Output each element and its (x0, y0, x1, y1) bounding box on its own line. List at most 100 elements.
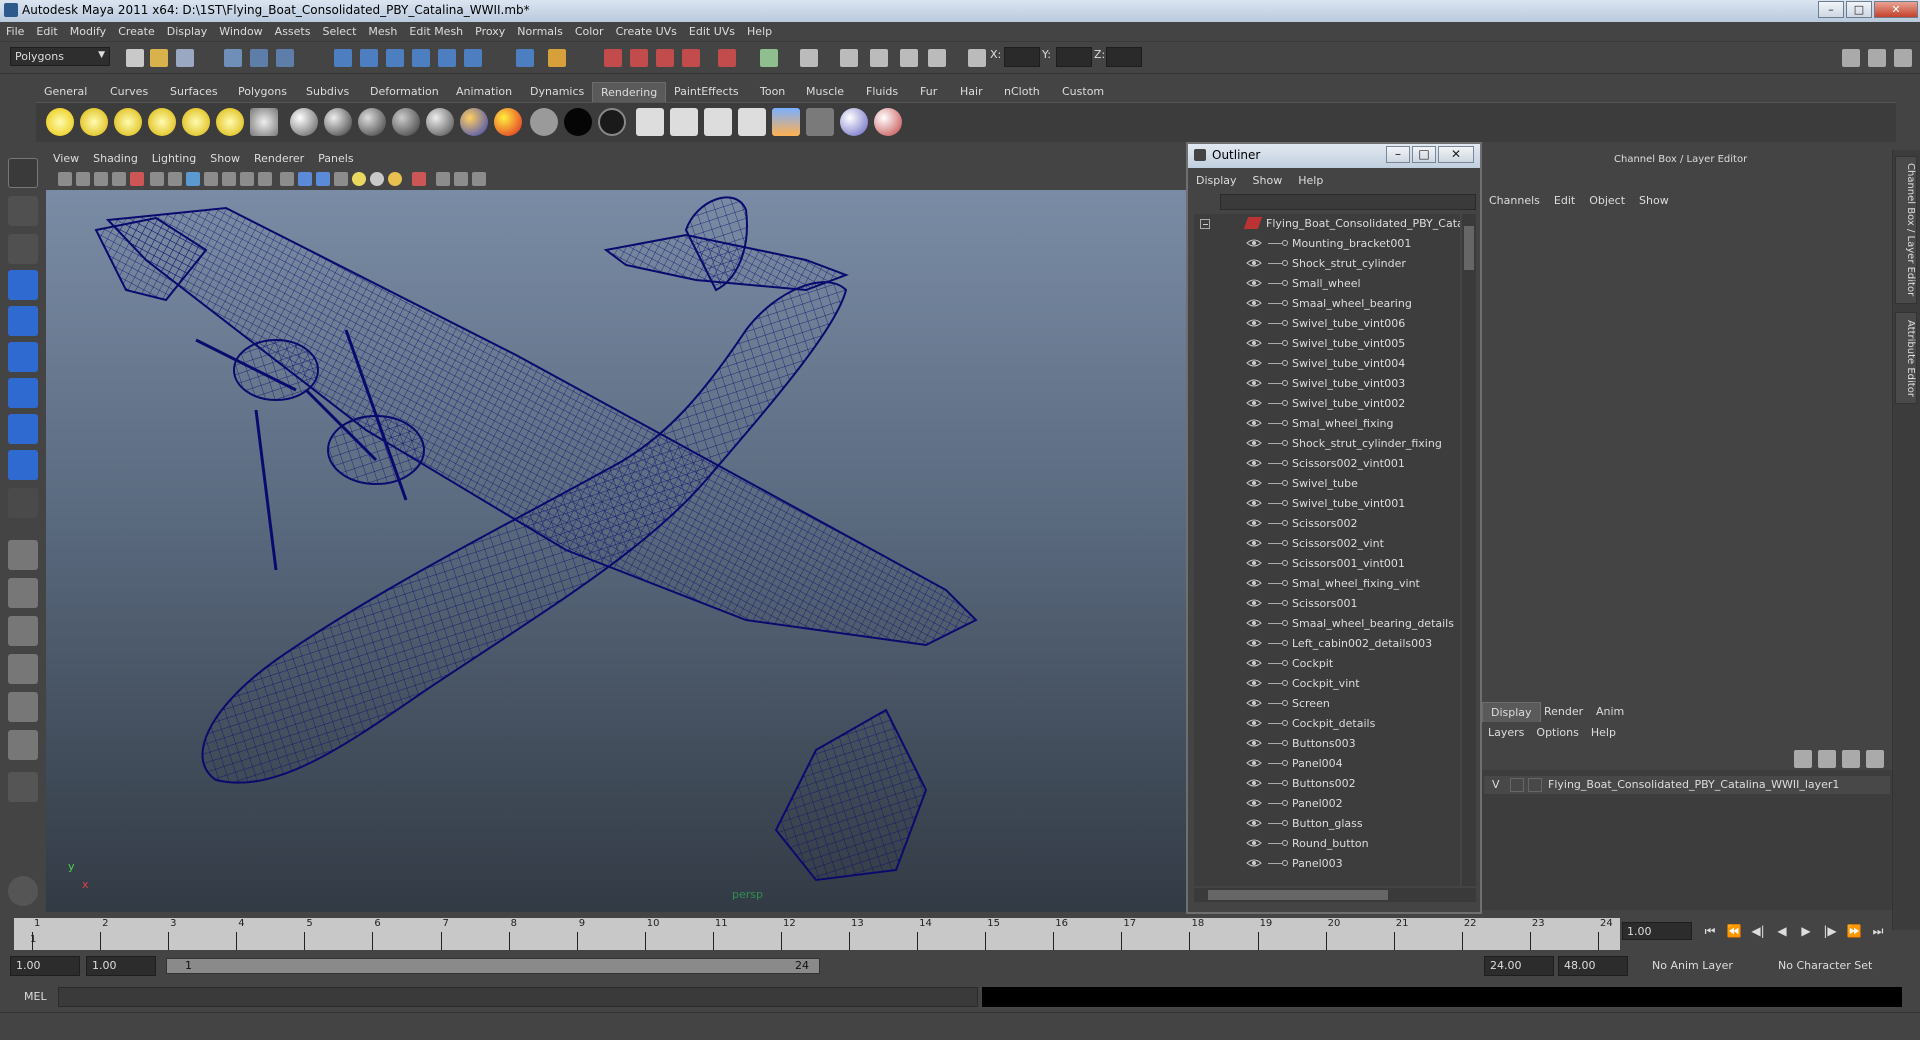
xray-icon[interactable] (436, 172, 450, 186)
graph-persp-layout-icon[interactable] (8, 692, 38, 722)
dope-sheet-icon[interactable] (928, 49, 946, 67)
show-manipulator-icon[interactable] (8, 450, 38, 480)
lock-icon[interactable] (548, 49, 566, 67)
playback-end-field[interactable]: 24.00 (1484, 956, 1554, 976)
camera-attributes-icon[interactable] (76, 172, 90, 186)
outliner-persp-layout-icon[interactable] (8, 616, 38, 646)
play-forward-icon[interactable]: ▶ (1796, 924, 1816, 940)
show-render-view-icon[interactable] (840, 49, 858, 67)
z-field[interactable] (1106, 47, 1142, 67)
outliner-item[interactable]: Cockpit_details (1194, 714, 1460, 734)
scale-tool-icon[interactable] (8, 342, 38, 372)
select-by-hierarchy-icon[interactable] (224, 49, 242, 67)
outliner-item[interactable]: Panel003 (1194, 854, 1460, 874)
tab-muscle[interactable]: Muscle (798, 82, 852, 102)
use-all-lights-icon[interactable] (352, 172, 366, 186)
outliner-menu-display[interactable]: Display (1188, 172, 1245, 189)
tab-subdivs[interactable]: Subdivs (298, 82, 357, 102)
toggle-tool-settings-icon[interactable] (1868, 49, 1886, 67)
outliner-item[interactable]: Smaal_wheel_bearing (1194, 294, 1460, 314)
outliner-item[interactable]: Panel002 (1194, 794, 1460, 814)
play-backward-icon[interactable]: ◀ (1772, 924, 1792, 940)
layer-menu-layers[interactable]: Layers (1482, 724, 1530, 741)
layer-tab-anim[interactable]: Anim (1588, 702, 1632, 722)
channel-menu-show[interactable]: Show (1632, 192, 1676, 209)
layered-shader-icon[interactable] (494, 108, 522, 136)
outliner-item[interactable]: Scissors002_vint (1194, 534, 1460, 554)
menu-create[interactable]: Create (112, 22, 161, 41)
outliner-item[interactable]: Swivel_tube_vint001 (1194, 494, 1460, 514)
ipr-render-shelf-icon[interactable] (670, 108, 698, 136)
graph-editor-icon[interactable] (900, 49, 918, 67)
new-layer-selected-icon[interactable] (1818, 750, 1836, 768)
smooth-shade-icon[interactable] (298, 172, 312, 186)
tab-fluids[interactable]: Fluids (858, 82, 906, 102)
close-button[interactable]: ✕ (1874, 1, 1918, 18)
channel-menu-channels[interactable]: Channels (1482, 192, 1547, 209)
menu-color[interactable]: Color (569, 22, 610, 41)
move-up-layer-icon[interactable] (1842, 750, 1860, 768)
default-light-icon[interactable] (388, 172, 402, 186)
panel-menu-shading[interactable]: Shading (86, 150, 145, 167)
time-slider[interactable]: 1 1 2 3 4 5 6 7 8 9 10 11 12 13 14 15 16 17 18 19 20 21 22 23 2… (14, 918, 1620, 950)
tab-animation[interactable]: Animation (448, 82, 520, 102)
help-icon[interactable] (516, 49, 534, 67)
ipr-render-icon[interactable] (630, 49, 648, 67)
panel-menu-panels[interactable]: Panels (311, 150, 360, 167)
outliner-scroll-thumb[interactable] (1464, 226, 1474, 270)
outliner-item[interactable]: Scissors001_vint001 (1194, 554, 1460, 574)
field-chart-icon[interactable] (222, 172, 236, 186)
outliner-item[interactable]: Button_glass (1194, 814, 1460, 834)
move-tool-icon[interactable] (8, 270, 38, 300)
single-pane-layout-icon[interactable] (8, 540, 38, 570)
menu-help[interactable]: Help (741, 22, 778, 41)
outliner-item[interactable]: Left_cabin002_details003 (1194, 634, 1460, 654)
channel-menu-object[interactable]: Object (1582, 192, 1632, 209)
go-to-start-icon[interactable]: ⏮ (1700, 924, 1720, 940)
volume-light-icon[interactable] (216, 108, 244, 136)
outliner-hscroll-thumb[interactable] (1208, 890, 1388, 900)
outliner-close-button[interactable]: ✕ (1438, 146, 1474, 163)
outliner-minimize-button[interactable]: – (1386, 146, 1410, 163)
layer-visibility-toggle[interactable]: V (1492, 778, 1500, 791)
animation-start-field[interactable]: 1.00 (10, 956, 80, 976)
panel-menu-renderer[interactable]: Renderer (247, 150, 311, 167)
outliner-maximize-button[interactable]: □ (1412, 146, 1436, 163)
animation-end-field[interactable]: 48.00 (1558, 956, 1628, 976)
wireframe-icon[interactable] (280, 172, 294, 186)
collapse-icon[interactable] (1200, 219, 1210, 229)
phonge-material-icon[interactable] (392, 108, 420, 136)
maximize-button[interactable]: □ (1846, 1, 1872, 18)
layer-type-toggle[interactable] (1528, 778, 1542, 792)
outliner-item[interactable]: Swivel_tube_vint005 (1194, 334, 1460, 354)
new-scene-icon[interactable] (126, 49, 144, 67)
mel-label[interactable]: MEL (24, 990, 47, 1003)
outliner-search-input[interactable] (1220, 194, 1476, 210)
construction-history-icon[interactable] (800, 49, 818, 67)
safe-action-icon[interactable] (240, 172, 254, 186)
outliner-item[interactable]: Smaal_wheel_bearing_details (1194, 614, 1460, 634)
outliner-item[interactable]: Screen (1194, 694, 1460, 714)
outliner-item[interactable]: Scissors001 (1194, 594, 1460, 614)
tab-fur[interactable]: Fur (912, 82, 945, 102)
snap-plane-icon[interactable] (412, 49, 430, 67)
outliner-menu-help[interactable]: Help (1290, 172, 1331, 189)
command-input[interactable] (58, 987, 978, 1007)
panel-menu-show[interactable]: Show (203, 150, 247, 167)
layer-playback-toggle[interactable] (1510, 778, 1524, 792)
step-back-key-icon[interactable]: ⏪ (1724, 924, 1744, 940)
outliner-item[interactable]: Smal_wheel_fixing (1194, 414, 1460, 434)
manipulator-tool-icon[interactable] (8, 378, 38, 408)
isolate-select-icon[interactable] (412, 172, 426, 186)
menu-assets[interactable]: Assets (269, 22, 317, 41)
panel-menu-lighting[interactable]: Lighting (145, 150, 203, 167)
go-to-end-icon[interactable]: ⏭ (1868, 924, 1888, 940)
input-ops-icon[interactable] (760, 49, 778, 67)
snap-grid-icon[interactable] (334, 49, 352, 67)
toggle-attribute-editor-icon[interactable] (1894, 49, 1912, 67)
tab-surfaces[interactable]: Surfaces (162, 82, 226, 102)
outliner-item[interactable]: Buttons003 (1194, 734, 1460, 754)
outliner-item[interactable]: Shock_strut_cylinder (1194, 254, 1460, 274)
anisotropic-material-icon[interactable] (426, 108, 454, 136)
outliner-item[interactable]: Small_wheel (1194, 274, 1460, 294)
